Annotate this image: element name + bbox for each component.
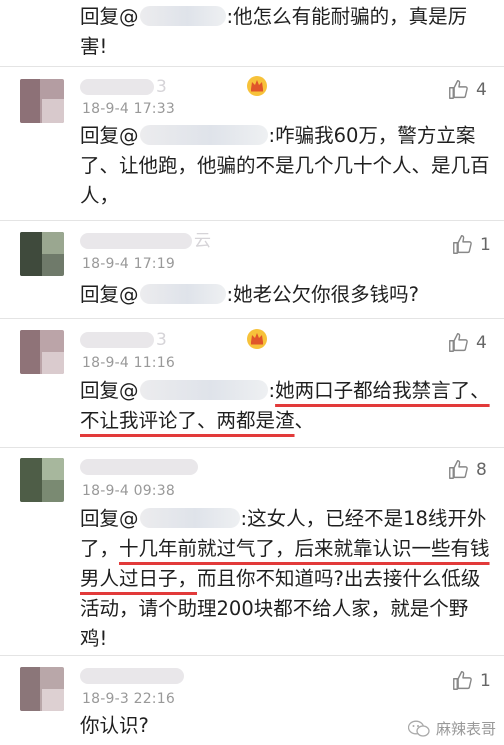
avatar[interactable] xyxy=(20,232,64,276)
crown-badge-icon xyxy=(247,76,267,96)
username[interactable] xyxy=(80,665,200,687)
username[interactable]: 3 xyxy=(80,329,280,351)
like-button[interactable]: 8 xyxy=(448,459,487,480)
like-button[interactable]: 4 xyxy=(448,79,487,100)
timestamp: 18-9-4 11:16 xyxy=(82,355,175,371)
separator xyxy=(0,655,504,656)
username[interactable]: 云 xyxy=(80,230,220,252)
comment-body: 回复@:咋骗我60万，警方立案了、让他跑，他骗的不是几个几十个人、是几百人， xyxy=(80,124,490,207)
mention-blurred[interactable] xyxy=(139,508,240,528)
comment-body: 回复@:她老公欠你很多钱吗? xyxy=(80,283,419,306)
separator xyxy=(0,66,504,67)
thumbs-up-icon xyxy=(449,80,468,99)
username[interactable] xyxy=(80,456,220,478)
mention-blurred[interactable] xyxy=(139,6,226,26)
mention-blurred[interactable] xyxy=(139,284,226,304)
timestamp: 18-9-4 17:19 xyxy=(82,256,175,272)
comment-body: 回复@:她两口子都给我禁言了、不让我评论了、两都是渣、 xyxy=(80,379,490,432)
like-button[interactable]: 1 xyxy=(452,234,491,255)
like-button[interactable]: 1 xyxy=(452,670,491,691)
wechat-logo-icon xyxy=(407,720,430,737)
avatar[interactable] xyxy=(20,79,64,123)
avatar[interactable] xyxy=(20,667,64,711)
separator xyxy=(0,318,504,319)
thumbs-up-icon xyxy=(453,671,472,690)
timestamp: 18-9-4 17:33 xyxy=(82,101,175,117)
mention-blurred[interactable] xyxy=(139,380,268,400)
separator xyxy=(0,220,504,221)
thumbs-up-icon xyxy=(453,235,472,254)
thumbs-up-icon xyxy=(449,333,468,352)
username[interactable]: 3 xyxy=(80,76,280,98)
comment-body: 回复@:他怎么有能耐骗的，真是厉害! xyxy=(80,5,468,58)
comment-body: 回复@:这女人，已经不是18线开外了，十几年前就过气了，后来就靠认识一些有钱男人… xyxy=(80,507,490,650)
mention-blurred[interactable] xyxy=(139,125,268,145)
thumbs-up-icon xyxy=(449,460,468,479)
crown-badge-icon xyxy=(247,329,267,349)
avatar[interactable] xyxy=(20,458,64,502)
timestamp: 18-9-4 09:38 xyxy=(82,483,175,499)
avatar[interactable] xyxy=(20,330,64,374)
watermark: 麻辣表哥 xyxy=(407,718,496,739)
separator xyxy=(0,447,504,448)
timestamp: 18-9-3 22:16 xyxy=(82,691,175,707)
like-button[interactable]: 4 xyxy=(448,332,487,353)
